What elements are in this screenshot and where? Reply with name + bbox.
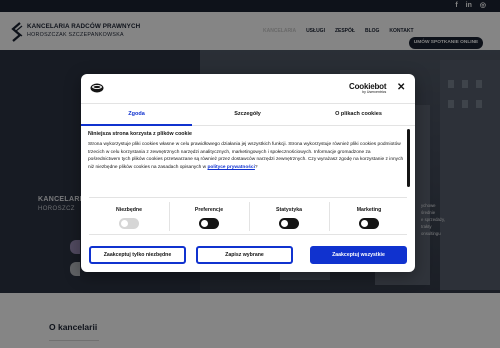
dialog-tabs: Zgoda Szczegóły O plikach cookies [81,104,415,126]
toggle-label-preferences: Preferencje [194,207,224,213]
toggle-group-preferences: Preferencje [169,198,249,235]
consent-content: Niniejsza strona korzysta z plików cooki… [88,131,404,193]
toggle-label-statistics: Statystyka [276,207,302,213]
cookie-icon [90,83,104,93]
tab-szczegoly[interactable]: Szczegóły [192,104,303,126]
toggle-necessary [119,218,139,229]
toggle-marketing[interactable] [359,218,379,229]
consent-body: Strona wykorzystuje pliki cookies własne… [88,141,404,171]
consent-body-end: ? [254,164,258,170]
close-icon[interactable]: ✕ [397,82,405,94]
tab-o-plikach-cookies[interactable]: O plikach cookies [303,104,414,126]
toggle-preferences[interactable] [199,218,219,229]
content-scrollbar[interactable] [407,129,410,187]
toggle-statistics[interactable] [279,218,299,229]
privacy-policy-link[interactable]: polityce prywatności [207,165,254,170]
consent-toggles: Niezbędne Preferencje Statystyka Marketi… [89,197,407,235]
cookiebot-logo: Cookiebot by Usercentrics [349,82,387,94]
dialog-header: Cookiebot by Usercentrics ✕ [81,74,415,104]
accept-all-button[interactable]: Zaakceptuj wszystkie [310,246,407,264]
tab-zgoda[interactable]: Zgoda [81,104,192,126]
toggle-group-marketing: Marketing [329,198,409,235]
toggle-label-necessary: Niezbędne [116,207,142,213]
save-selection-button[interactable]: Zapisz wybrane [196,246,293,264]
toggle-group-statistics: Statystyka [249,198,329,235]
accept-necessary-button[interactable]: Zaakceptuj tylko niezbędne [89,246,186,264]
consent-heading: Niniejsza strona korzysta z plików cooki… [88,131,192,137]
toggle-label-marketing: Marketing [356,207,382,213]
toggle-group-necessary: Niezbędne [89,198,169,235]
consent-buttons: Zaakceptuj tylko niezbędne Zapisz wybran… [89,246,407,264]
cookie-consent-dialog: Cookiebot by Usercentrics ✕ Zgoda Szczeg… [81,74,415,272]
